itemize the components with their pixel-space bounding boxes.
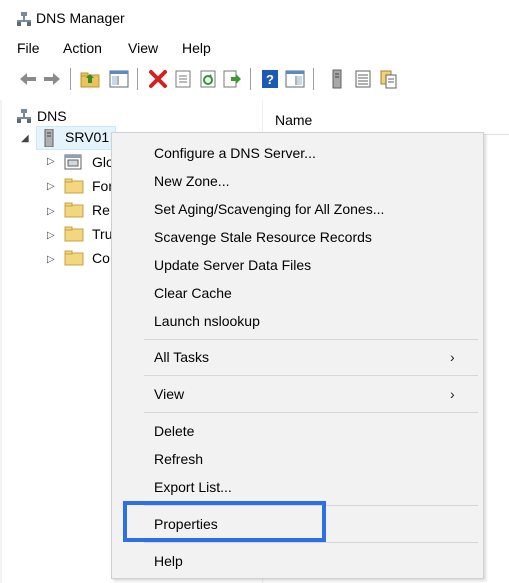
- folder-icon: [64, 178, 84, 197]
- server-icon[interactable]: [327, 69, 347, 89]
- help-icon[interactable]: ?: [260, 69, 280, 89]
- menu-view[interactable]: View: [128, 40, 158, 56]
- server-node-icon: [44, 128, 54, 150]
- menu-item-label: Configure a DNS Server...: [154, 145, 316, 161]
- toolbar-separator: [313, 68, 314, 90]
- menu-item-set-aging-scavenging[interactable]: Set Aging/Scavenging for All Zones...: [112, 196, 483, 222]
- menu-item-label: Delete: [154, 423, 195, 439]
- menu-file[interactable]: File: [17, 40, 40, 56]
- menu-item-label: Export List...: [154, 479, 232, 495]
- toolbar-separator: [250, 68, 251, 90]
- menu-item-label: View: [154, 386, 185, 402]
- dns-manager-app-icon: [17, 12, 31, 29]
- menu-item-update-server-data-files[interactable]: Update Server Data Files: [112, 252, 483, 278]
- back-arrow-icon[interactable]: [18, 69, 38, 89]
- menu-item-label: Help: [154, 553, 183, 569]
- expand-arrow-icon[interactable]: ▷: [47, 181, 55, 192]
- tree-item-forward-lookup-zones[interactable]: For: [92, 178, 113, 194]
- results-column-header: Name: [263, 104, 509, 135]
- menu-item-label: Clear Cache: [154, 285, 232, 301]
- forward-arrow-icon[interactable]: [42, 69, 62, 89]
- menu-item-label: Refresh: [154, 451, 204, 467]
- submenu-chevron-icon: ›: [450, 349, 455, 365]
- export-list-icon[interactable]: [222, 69, 242, 89]
- toolbar: ?: [0, 64, 509, 94]
- menu-item-configure-dns-server[interactable]: Configure a DNS Server...: [112, 140, 483, 166]
- menu-item-help[interactable]: Help: [112, 548, 483, 574]
- global-logs-icon: [64, 153, 82, 174]
- dns-manager-window: DNS Manager File Action View Help ? DNS …: [0, 0, 509, 583]
- menu-item-label: Scavenge Stale Resource Records: [154, 229, 372, 245]
- properties-icon[interactable]: [173, 69, 193, 89]
- menu-item-delete[interactable]: Delete: [112, 418, 483, 444]
- toolbar-separator: [137, 68, 138, 90]
- title-bar: DNS Manager: [0, 6, 509, 28]
- dns-root-icon[interactable]: [17, 109, 31, 129]
- properties-highlight-box: [123, 501, 326, 542]
- list-view-icon[interactable]: [353, 69, 373, 89]
- column-header-name[interactable]: Name: [275, 112, 312, 128]
- tree-item-trust-points[interactable]: Tru: [92, 226, 112, 242]
- menu-item-clear-cache[interactable]: Clear Cache: [112, 280, 483, 306]
- expand-arrow-icon[interactable]: ▷: [47, 156, 55, 167]
- tree-item-reverse-lookup-zones[interactable]: Re: [92, 202, 110, 218]
- folder-icon: [64, 226, 84, 245]
- menu-bar: File Action View Help: [0, 38, 509, 62]
- menu-separator: [144, 375, 478, 376]
- svg-text:?: ?: [266, 72, 274, 87]
- menu-item-label: Launch nslookup: [154, 313, 260, 329]
- menu-item-scavenge-stale-records[interactable]: Scavenge Stale Resource Records: [112, 224, 483, 250]
- menu-item-new-zone[interactable]: New Zone...: [112, 168, 483, 194]
- folder-icon: [64, 202, 84, 221]
- menu-item-refresh[interactable]: Refresh: [112, 446, 483, 472]
- menu-action[interactable]: Action: [63, 40, 102, 56]
- menu-separator: [144, 542, 478, 543]
- menu-item-label: New Zone...: [154, 173, 230, 189]
- show-hide-console-tree-icon[interactable]: [109, 69, 129, 89]
- tree-server-srv01[interactable]: SRV01: [65, 129, 109, 145]
- menu-help[interactable]: Help: [182, 40, 211, 56]
- menu-separator: [144, 339, 478, 340]
- copy-records-icon[interactable]: [379, 69, 399, 89]
- menu-item-all-tasks[interactable]: All Tasks ›: [112, 344, 483, 370]
- expand-arrow-icon[interactable]: ▷: [47, 254, 55, 265]
- collapse-arrow-icon[interactable]: ◢: [21, 133, 29, 144]
- menu-separator: [144, 412, 478, 413]
- submenu-chevron-icon: ›: [450, 386, 455, 402]
- expand-arrow-icon[interactable]: ▷: [47, 206, 55, 217]
- delete-icon[interactable]: [148, 69, 168, 89]
- tree-item-conditional-forwarders[interactable]: Co: [92, 250, 110, 266]
- menu-item-export-list[interactable]: Export List...: [112, 474, 483, 500]
- menu-item-label: All Tasks: [154, 349, 209, 365]
- menu-item-label: Update Server Data Files: [154, 257, 312, 273]
- toolbar-separator: [70, 68, 71, 90]
- menu-item-launch-nslookup[interactable]: Launch nslookup: [112, 308, 483, 334]
- refresh-icon[interactable]: [198, 69, 218, 89]
- menu-item-view[interactable]: View ›: [112, 381, 483, 407]
- folder-icon: [64, 250, 84, 269]
- show-action-pane-icon[interactable]: [285, 69, 305, 89]
- window-title: DNS Manager: [36, 10, 125, 26]
- up-folder-icon[interactable]: [80, 69, 100, 89]
- expand-arrow-icon[interactable]: ▷: [47, 230, 55, 241]
- tree-root-dns[interactable]: DNS: [37, 108, 67, 124]
- menu-item-label: Set Aging/Scavenging for All Zones...: [154, 201, 385, 217]
